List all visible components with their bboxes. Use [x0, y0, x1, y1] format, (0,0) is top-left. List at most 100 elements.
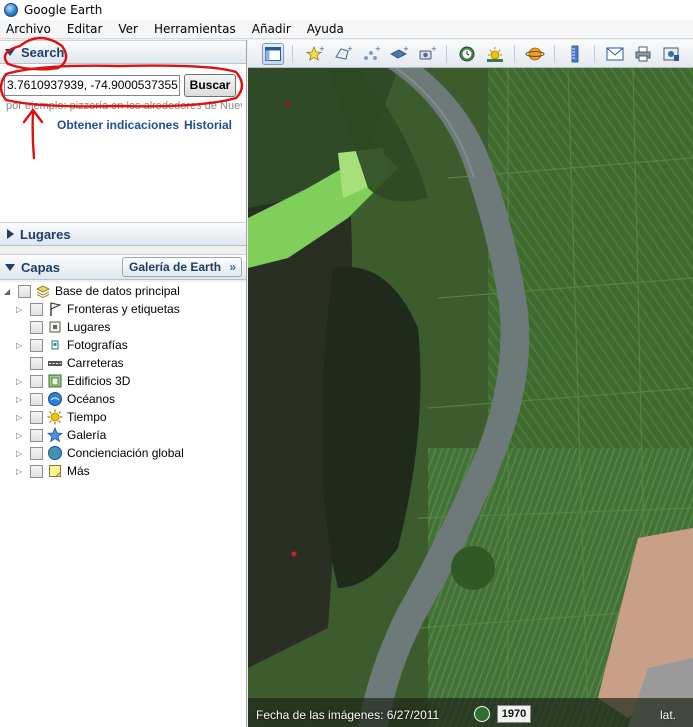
path-icon[interactable]: +	[360, 43, 382, 65]
road-icon	[47, 355, 63, 371]
search-button[interactable]: Buscar	[184, 74, 236, 97]
places-title: Lugares	[20, 226, 71, 242]
ocean-icon	[47, 391, 63, 407]
layer-label: Océanos	[67, 392, 116, 406]
svg-text:+: +	[403, 45, 408, 53]
search-header[interactable]: Search	[0, 40, 246, 64]
menu-anadir[interactable]: Añadir	[244, 20, 299, 39]
layer-checkbox[interactable]	[30, 464, 43, 478]
placemark-icon[interactable]: +	[304, 43, 326, 65]
historical-imagery-icon[interactable]	[456, 43, 478, 65]
search-input[interactable]: 3.7610937939, -74.9000537355 ()	[4, 75, 180, 96]
layer-label: Galería	[67, 428, 107, 442]
expand-arrow-icon[interactable]: ▷	[16, 341, 24, 350]
layer-item[interactable]: ▷ Océanos	[16, 390, 115, 408]
layer-item[interactable]: ▷ Fronteras y etiquetas	[16, 300, 180, 318]
more-icon	[47, 463, 63, 479]
layer-checkbox[interactable]	[30, 410, 43, 424]
layer-checkbox[interactable]	[30, 374, 43, 388]
expand-arrow-icon[interactable]: ▷	[16, 377, 24, 386]
google-earth-icon	[4, 3, 18, 17]
search-hint: por ejemplo: pizzería en los alrededores…	[6, 100, 242, 112]
layer-item[interactable]: ▷ Galería	[16, 426, 106, 444]
save-image-icon[interactable]	[660, 43, 682, 65]
layer-label: Concienciación global	[67, 446, 184, 460]
ruler-icon[interactable]	[564, 43, 586, 65]
latitude-readout: lat.	[660, 708, 677, 722]
sunlight-icon[interactable]	[484, 43, 506, 65]
layer-label: Edificios 3D	[67, 374, 131, 388]
layer-checkbox[interactable]	[30, 428, 43, 442]
layer-item[interactable]: ▷ Tiempo	[16, 408, 107, 426]
layer-checkbox[interactable]	[30, 356, 43, 370]
layer-item[interactable]: ▷ Edificios 3D	[16, 372, 130, 390]
menu-ver[interactable]: Ver	[110, 20, 146, 39]
earth-gallery-button[interactable]: Galería de Earth »	[122, 257, 242, 277]
expand-arrow-icon[interactable]: ▷	[16, 467, 24, 476]
layer-item[interactable]: ▷ Más	[16, 462, 90, 480]
polygon-icon[interactable]: +	[332, 43, 354, 65]
status-bar: Fecha de las imágenes: 6/27/2011 1970 la…	[248, 703, 693, 727]
email-icon[interactable]	[604, 43, 626, 65]
tour-icon[interactable]: +	[416, 43, 438, 65]
history-link[interactable]: Historial	[184, 118, 232, 132]
expand-arrow-icon[interactable]: ▷	[16, 395, 24, 404]
imagery-year-badge[interactable]: 1970	[497, 705, 531, 723]
layer-item[interactable]: ▷ Fotografías	[16, 336, 128, 354]
layer-checkbox[interactable]	[30, 446, 43, 460]
layer-checkbox[interactable]	[30, 338, 43, 352]
left-panel: Search 3.7610937939, -74.9000537355 () B…	[0, 40, 247, 727]
photo-icon	[47, 337, 63, 353]
earth-gallery-label: Galería de Earth	[129, 260, 222, 274]
toolbar: + + + + +	[248, 40, 693, 68]
building-icon	[47, 373, 63, 389]
expand-arrow-icon[interactable]: ▷	[16, 413, 24, 422]
places-header[interactable]: Lugares	[0, 222, 246, 246]
map-view[interactable]	[248, 68, 693, 727]
layer-checkbox[interactable]	[30, 302, 43, 316]
layer-label: Más	[67, 464, 90, 478]
svg-text:+: +	[375, 45, 380, 53]
expand-arrow-icon[interactable]: ▷	[16, 431, 24, 440]
layer-label: Lugares	[67, 320, 111, 334]
layer-label: Base de datos principal	[55, 284, 180, 298]
svg-text:+: +	[347, 45, 352, 53]
menu-archivo[interactable]: Archivo	[0, 20, 59, 39]
expand-arrow-icon[interactable]: ▷	[16, 305, 24, 314]
layer-label: Tiempo	[67, 410, 107, 424]
layer-label: Fronteras y etiquetas	[67, 302, 180, 316]
layer-item[interactable]: Carreteras	[16, 354, 124, 372]
historical-clock-icon[interactable]	[474, 706, 490, 722]
search-title: Search	[21, 44, 65, 60]
layer-item[interactable]: ▷ Concienciación global	[16, 444, 184, 462]
collapse-triangle-icon	[5, 263, 15, 271]
collapse-arrow-icon[interactable]: ◢	[4, 287, 12, 296]
layers-tree: ◢ Base de datos principal ▷ Fronteras y …	[0, 282, 246, 727]
menu-bar: Archivo Editar Ver Herramientas Añadir A…	[0, 20, 693, 39]
search-panel: 3.7610937939, -74.9000537355 () Buscar p…	[0, 64, 246, 224]
expand-triangle-icon	[7, 229, 14, 239]
sidebar-toggle-icon[interactable]	[262, 43, 284, 65]
print-icon[interactable]	[632, 43, 654, 65]
menu-ayuda[interactable]: Ayuda	[299, 20, 352, 39]
double-chevron-icon: »	[229, 260, 236, 274]
svg-text:+: +	[319, 45, 324, 53]
database-icon	[35, 283, 51, 299]
weather-icon	[47, 409, 63, 425]
directions-link[interactable]: Obtener indicaciones	[57, 118, 179, 132]
layer-root[interactable]: ◢ Base de datos principal	[4, 282, 180, 300]
layer-label: Carreteras	[67, 356, 124, 370]
layer-item[interactable]: Lugares	[16, 318, 110, 336]
layers-title: Capas	[21, 259, 61, 275]
layer-checkbox[interactable]	[30, 392, 43, 406]
planets-icon[interactable]	[524, 43, 546, 65]
satellite-imagery	[248, 68, 693, 727]
layers-header[interactable]: Capas Galería de Earth »	[0, 254, 246, 280]
overlay-icon[interactable]: +	[388, 43, 410, 65]
layer-checkbox[interactable]	[30, 320, 43, 334]
expand-arrow-icon[interactable]: ▷	[16, 449, 24, 458]
menu-herramientas[interactable]: Herramientas	[146, 20, 244, 39]
layer-checkbox[interactable]	[18, 284, 31, 298]
collapse-triangle-icon	[5, 48, 15, 56]
menu-editar[interactable]: Editar	[59, 20, 111, 39]
